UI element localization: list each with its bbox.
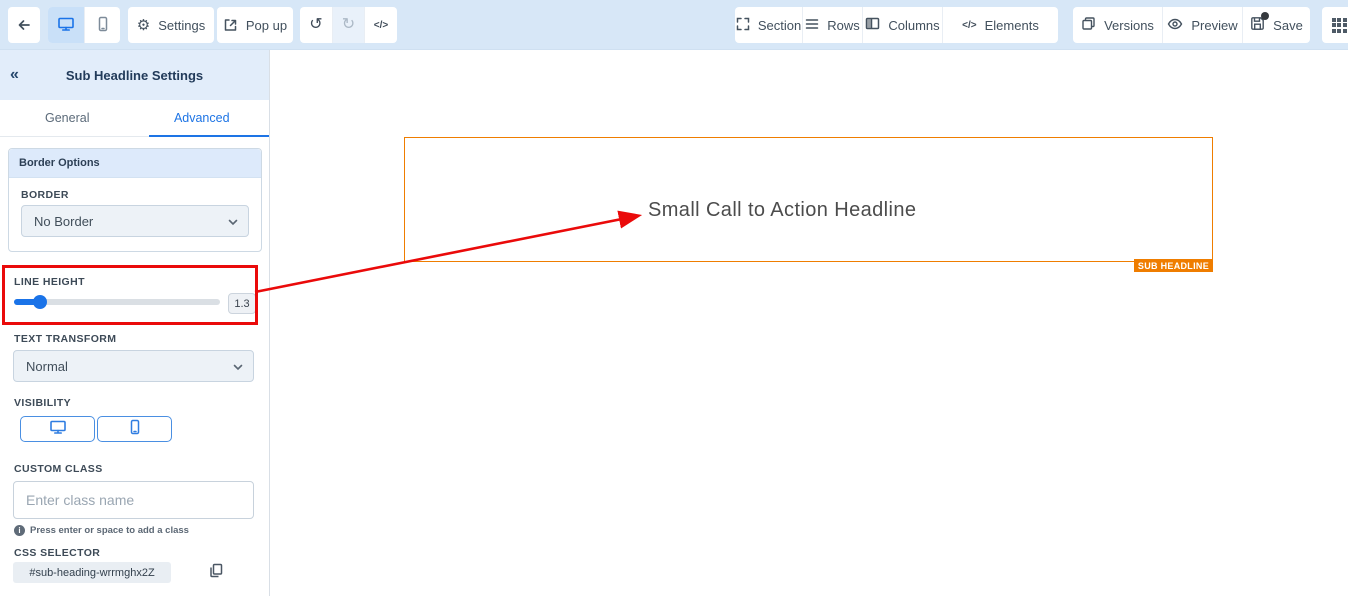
css-selector-label: CSS SELECTOR [14, 547, 100, 559]
settings-button[interactable]: ⚙ Settings [128, 7, 214, 43]
custom-class-hint-text: Press enter or space to add a class [30, 525, 189, 536]
back-button[interactable] [8, 7, 40, 43]
selected-sub-headline-element[interactable]: Small Call to Action Headline SUB HEADLI… [404, 137, 1213, 262]
border-label: BORDER [21, 189, 69, 201]
section-brackets-icon [736, 17, 750, 34]
border-options-panel: Border Options BORDER No Border [8, 148, 262, 252]
sidebar-header: « Sub Headline Settings [0, 50, 269, 100]
unsaved-changes-badge [1261, 12, 1269, 20]
mobile-phone-icon [96, 16, 110, 35]
tab-advanced[interactable]: Advanced [135, 100, 270, 136]
sub-headline-text[interactable]: Small Call to Action Headline [648, 199, 916, 222]
border-select[interactable]: No Border [21, 205, 249, 237]
custom-code-button[interactable]: </> [364, 7, 397, 43]
desktop-monitor-icon [57, 16, 75, 35]
line-height-slider[interactable] [14, 299, 220, 305]
columns-icon [865, 17, 880, 33]
sidebar-title: Sub Headline Settings [0, 68, 269, 83]
copy-icon [209, 563, 223, 583]
popup-button[interactable]: Pop up [217, 7, 293, 43]
visibility-mobile-button[interactable] [97, 416, 172, 442]
text-transform-value: Normal [26, 359, 68, 374]
columns-label: Columns [888, 18, 939, 33]
arrow-left-icon [16, 17, 32, 33]
rows-label: Rows [827, 18, 860, 33]
element-type-badge: SUB HEADLINE [1134, 259, 1213, 272]
desktop-monitor-icon [49, 419, 67, 440]
text-transform-select[interactable]: Normal [13, 350, 254, 382]
tab-general[interactable]: General [0, 100, 135, 136]
desktop-view-button[interactable] [48, 7, 84, 43]
mobile-phone-icon [128, 419, 142, 440]
publish-group: Versions Preview Save [1073, 7, 1310, 43]
settings-label: Settings [158, 18, 205, 33]
rows-icon [805, 18, 819, 33]
collapse-sidebar-icon[interactable]: « [10, 66, 19, 84]
save-button[interactable]: Save [1242, 7, 1310, 43]
line-height-label: LINE HEIGHT [14, 276, 85, 288]
css-selector-value: #sub-heading-wrrmghx2Z [13, 562, 171, 583]
redo-button[interactable]: ↻ [332, 7, 364, 43]
external-link-icon [223, 18, 238, 33]
page-builder-editor: ⚙ Settings Pop up ↺ ↻ </> [0, 0, 1348, 596]
chevron-down-icon [228, 214, 238, 229]
versions-label: Versions [1104, 18, 1154, 33]
visibility-label: VISIBILITY [14, 397, 71, 409]
custom-class-hint: i Press enter or space to add a class [14, 525, 189, 536]
chevron-down-icon [233, 359, 243, 374]
sidebar-tabs: General Advanced [0, 100, 269, 137]
versions-icon [1081, 16, 1096, 34]
device-toggle [48, 7, 120, 43]
border-select-value: No Border [34, 214, 93, 229]
gear-icon: ⚙ [137, 18, 150, 33]
save-floppy-icon [1250, 16, 1265, 34]
apps-grid-button[interactable] [1322, 7, 1348, 43]
text-transform-label: TEXT TRANSFORM [14, 333, 116, 345]
versions-button[interactable]: Versions [1073, 7, 1162, 43]
custom-class-label: CUSTOM CLASS [14, 463, 103, 475]
redo-icon: ↻ [342, 17, 355, 33]
elements-button[interactable]: </> Elements [942, 7, 1058, 43]
structure-group: Section Rows Columns </> Elements [735, 7, 1058, 43]
history-group: ↺ ↻ </> [300, 7, 397, 43]
copy-selector-button[interactable] [205, 562, 227, 583]
section-label: Section [758, 18, 801, 33]
code-icon: </> [374, 20, 388, 31]
preview-label: Preview [1191, 18, 1237, 33]
save-label: Save [1273, 18, 1303, 33]
columns-button[interactable]: Columns [862, 7, 942, 43]
line-height-value: 1.3 [228, 293, 256, 314]
slider-thumb[interactable] [33, 295, 47, 309]
top-toolbar: ⚙ Settings Pop up ↺ ↻ </> [0, 0, 1348, 50]
undo-button[interactable]: ↺ [300, 7, 332, 43]
mobile-view-button[interactable] [84, 7, 120, 43]
border-options-title: Border Options [9, 149, 261, 178]
info-icon: i [14, 525, 25, 536]
visibility-desktop-button[interactable] [20, 416, 95, 442]
rows-button[interactable]: Rows [802, 7, 862, 43]
page-canvas[interactable]: Small Call to Action Headline SUB HEADLI… [270, 50, 1348, 596]
undo-icon: ↺ [309, 17, 322, 33]
settings-sidebar: « Sub Headline Settings General Advanced… [0, 50, 270, 596]
grid-icon [1332, 18, 1347, 33]
elements-label: Elements [985, 18, 1039, 33]
section-button[interactable]: Section [735, 7, 802, 43]
popup-label: Pop up [246, 18, 287, 33]
elements-code-icon: </> [962, 20, 976, 31]
preview-button[interactable]: Preview [1162, 7, 1242, 43]
eye-icon [1167, 18, 1183, 33]
custom-class-input[interactable] [13, 481, 254, 519]
